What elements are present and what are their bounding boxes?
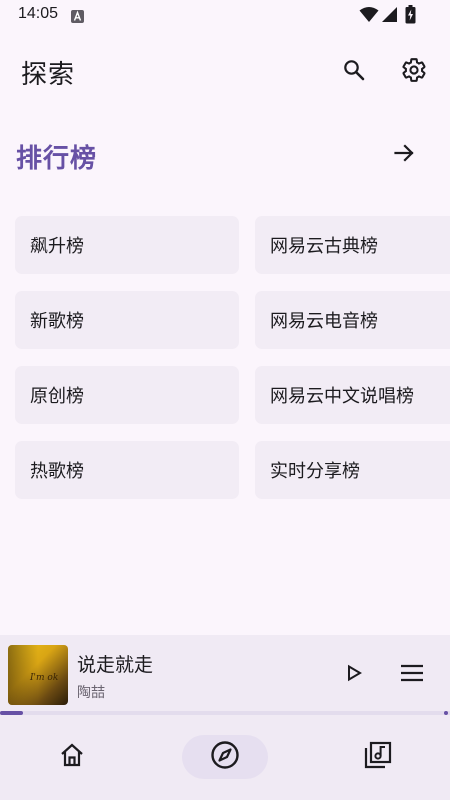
- status-bar: 14:05: [0, 0, 450, 30]
- queue-button[interactable]: [392, 655, 432, 695]
- library-icon: [363, 740, 393, 774]
- chart-card[interactable]: 飙升榜: [15, 216, 239, 274]
- play-button[interactable]: [334, 655, 374, 695]
- battery-charging-icon: [405, 5, 416, 28]
- section-title-charts: 排行榜: [16, 144, 98, 174]
- page-title: 探索: [21, 60, 76, 90]
- a-notification-icon: [71, 8, 84, 23]
- chart-card[interactable]: 新歌榜: [15, 291, 239, 349]
- album-art-text: I'm ok: [30, 673, 59, 683]
- chart-card-label: 新歌榜: [30, 311, 84, 332]
- chart-card[interactable]: 实时分享榜: [255, 441, 450, 499]
- search-button[interactable]: [332, 50, 376, 94]
- song-title: 说走就走: [77, 654, 154, 676]
- wifi-icon: [359, 6, 379, 27]
- song-artist: 陶喆: [77, 685, 105, 701]
- chart-card-label: 原创榜: [30, 386, 84, 407]
- settings-button[interactable]: [392, 50, 436, 94]
- chart-card[interactable]: 网易云电音榜: [255, 291, 450, 349]
- explore-icon: [210, 740, 240, 774]
- chart-card-label: 网易云电音榜: [270, 311, 378, 332]
- bottom-navigation: [0, 715, 450, 800]
- see-all-charts-button[interactable]: [382, 133, 426, 177]
- home-icon: [58, 742, 86, 772]
- chart-card-label: 热歌榜: [30, 461, 84, 482]
- play-icon: [345, 664, 363, 686]
- nav-home[interactable]: [50, 735, 94, 779]
- chart-card-label: 网易云古典榜: [270, 236, 378, 257]
- chart-card[interactable]: 热歌榜: [15, 441, 239, 499]
- queue-icon: [400, 663, 424, 687]
- album-art: I'm ok: [8, 645, 68, 705]
- mini-player[interactable]: I'm ok 说走就走 陶喆: [0, 635, 450, 715]
- status-time: 14:05: [18, 5, 59, 22]
- top-app-bar: 探索: [0, 40, 450, 104]
- settings-icon: [401, 57, 427, 87]
- chart-card[interactable]: 网易云古典榜: [255, 216, 450, 274]
- chart-card-label: 实时分享榜: [270, 461, 360, 482]
- search-icon: [342, 58, 366, 86]
- chart-card[interactable]: 网易云中文说唱榜: [255, 366, 450, 424]
- chart-card-label: 飙升榜: [30, 236, 84, 257]
- nav-library[interactable]: [356, 735, 400, 779]
- chart-card-label: 网易云中文说唱榜: [270, 386, 414, 407]
- chart-card[interactable]: 原创榜: [15, 366, 239, 424]
- signal-icon: [381, 6, 398, 27]
- nav-explore[interactable]: [182, 735, 268, 779]
- arrow-right-icon: [392, 141, 416, 169]
